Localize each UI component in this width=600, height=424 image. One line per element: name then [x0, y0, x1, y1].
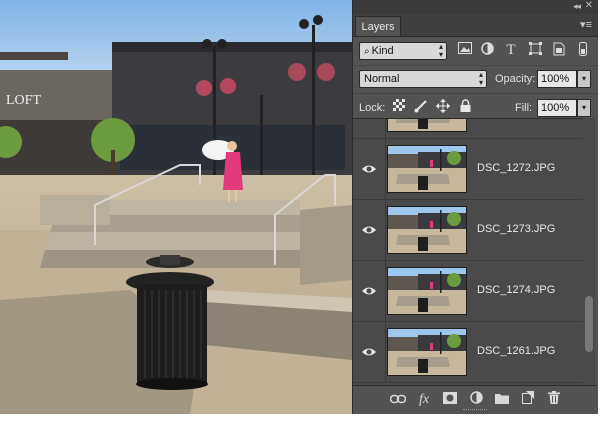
panel-title-bar: ◂◂ ✕: [353, 0, 598, 14]
layer-row[interactable]: DSC_1272.JPG: [353, 139, 585, 200]
layer-thumbnail[interactable]: [387, 145, 467, 193]
eye-icon: [361, 283, 377, 299]
panel-menu-icon[interactable]: ▾≡: [580, 18, 592, 31]
layer-thumbnail[interactable]: [387, 119, 467, 132]
lock-row: Lock: Fill: 100% ▾: [353, 93, 598, 121]
lock-position-icon[interactable]: [435, 99, 451, 115]
layer-style-icon[interactable]: fx: [415, 391, 433, 409]
fill-label: Fill:: [515, 102, 533, 114]
layer-visibility-toggle[interactable]: [353, 200, 386, 260]
tab-layers[interactable]: Layers: [355, 16, 401, 36]
image-filter-icon[interactable]: [457, 42, 473, 58]
blend-mode-select[interactable]: Normal ▴ ▾: [359, 70, 487, 88]
chevron-updown-icon: ▴ ▾: [478, 70, 483, 87]
layer-row[interactable]: DSC_1273.JPG: [353, 200, 585, 261]
type-filter-icon[interactable]: T: [503, 42, 519, 58]
layer-visibility-toggle[interactable]: [353, 261, 386, 321]
add-mask-icon[interactable]: [441, 391, 459, 409]
lock-label: Lock:: [359, 102, 386, 114]
storefront-sign: LOFT: [6, 93, 41, 108]
layer-row[interactable]: DSC_1274.JPG: [353, 261, 585, 322]
new-layer-icon[interactable]: [519, 391, 537, 409]
layers-list: DSC_1272.JPG DSC_1273.JPG DSC_1274.JPG DSC_…: [353, 118, 585, 387]
new-adjustment-layer-icon[interactable]: [467, 391, 485, 409]
delete-layer-icon[interactable]: [545, 391, 563, 409]
photo-image: LOFT: [0, 0, 352, 414]
lock-all-icon[interactable]: [457, 99, 473, 115]
layers-scrollbar[interactable]: [583, 118, 595, 386]
layer-visibility-toggle[interactable]: [353, 139, 386, 199]
blend-mode-value: Normal: [364, 73, 400, 85]
collapse-panel-icon[interactable]: ◂◂: [573, 1, 581, 12]
layer-thumbnail[interactable]: [387, 206, 467, 254]
search-icon: ⌕: [364, 46, 370, 57]
eye-icon: [361, 222, 377, 238]
close-panel-icon[interactable]: ✕: [585, 0, 593, 11]
layer-name[interactable]: DSC_1273.JPG: [477, 223, 555, 235]
layers-panel: ◂◂ ✕ Layers ▾≡ ⌕ Kind ▴ ▾ T Normal ▴ ▾ O…: [352, 0, 598, 414]
panel-tab-row: Layers ▾≡: [353, 14, 598, 37]
layer-row[interactable]: DSC_1261.JPG: [353, 322, 585, 383]
opacity-input[interactable]: 100%: [537, 70, 577, 88]
filter-kind-select[interactable]: ⌕ Kind ▴ ▾: [359, 42, 447, 60]
document-canvas[interactable]: LOFT: [0, 0, 352, 414]
layer-name[interactable]: DSC_1261.JPG: [477, 345, 555, 357]
layer-thumbnail[interactable]: [387, 267, 467, 315]
layers-bottom-bar: fx: [353, 385, 597, 414]
opacity-dropdown[interactable]: ▾: [577, 70, 591, 88]
photoshop-workspace: LOFT ◂◂ ✕ Layers ▾≡ ⌕ Kind ▴ ▾ T Normal …: [0, 0, 600, 424]
smart-object-filter-icon[interactable]: [551, 42, 567, 58]
layer-visibility-toggle[interactable]: [353, 322, 386, 382]
lock-transparent-pixels-icon[interactable]: [391, 99, 407, 115]
filter-kind-label: Kind: [371, 45, 394, 57]
panel-resize-grip[interactable]: [463, 409, 487, 412]
new-group-icon[interactable]: [493, 391, 511, 409]
adjustment-filter-icon[interactable]: [479, 42, 495, 58]
layer-thumbnail[interactable]: [387, 328, 467, 376]
opacity-label: Opacity:: [495, 73, 536, 85]
layer-row[interactable]: [353, 119, 585, 139]
eye-icon: [361, 344, 377, 360]
fill-dropdown[interactable]: ▾: [577, 99, 591, 117]
chevron-updown-icon: ▴ ▾: [438, 42, 443, 59]
toggle-filter-icon[interactable]: [575, 42, 591, 58]
shape-filter-icon[interactable]: [527, 42, 543, 58]
layer-name[interactable]: DSC_1272.JPG: [477, 162, 555, 174]
fill-input[interactable]: 100%: [537, 99, 577, 117]
link-layers-icon[interactable]: [389, 391, 407, 409]
lock-image-pixels-icon[interactable]: [413, 99, 429, 115]
eye-icon: [361, 161, 377, 177]
scrollbar-thumb[interactable]: [585, 296, 593, 352]
blend-row: Normal ▴ ▾ Opacity: 100% ▾: [353, 65, 598, 93]
layer-name[interactable]: DSC_1274.JPG: [477, 284, 555, 296]
layer-visibility-toggle[interactable]: [353, 119, 386, 138]
filter-row: ⌕ Kind ▴ ▾ T: [353, 37, 598, 65]
